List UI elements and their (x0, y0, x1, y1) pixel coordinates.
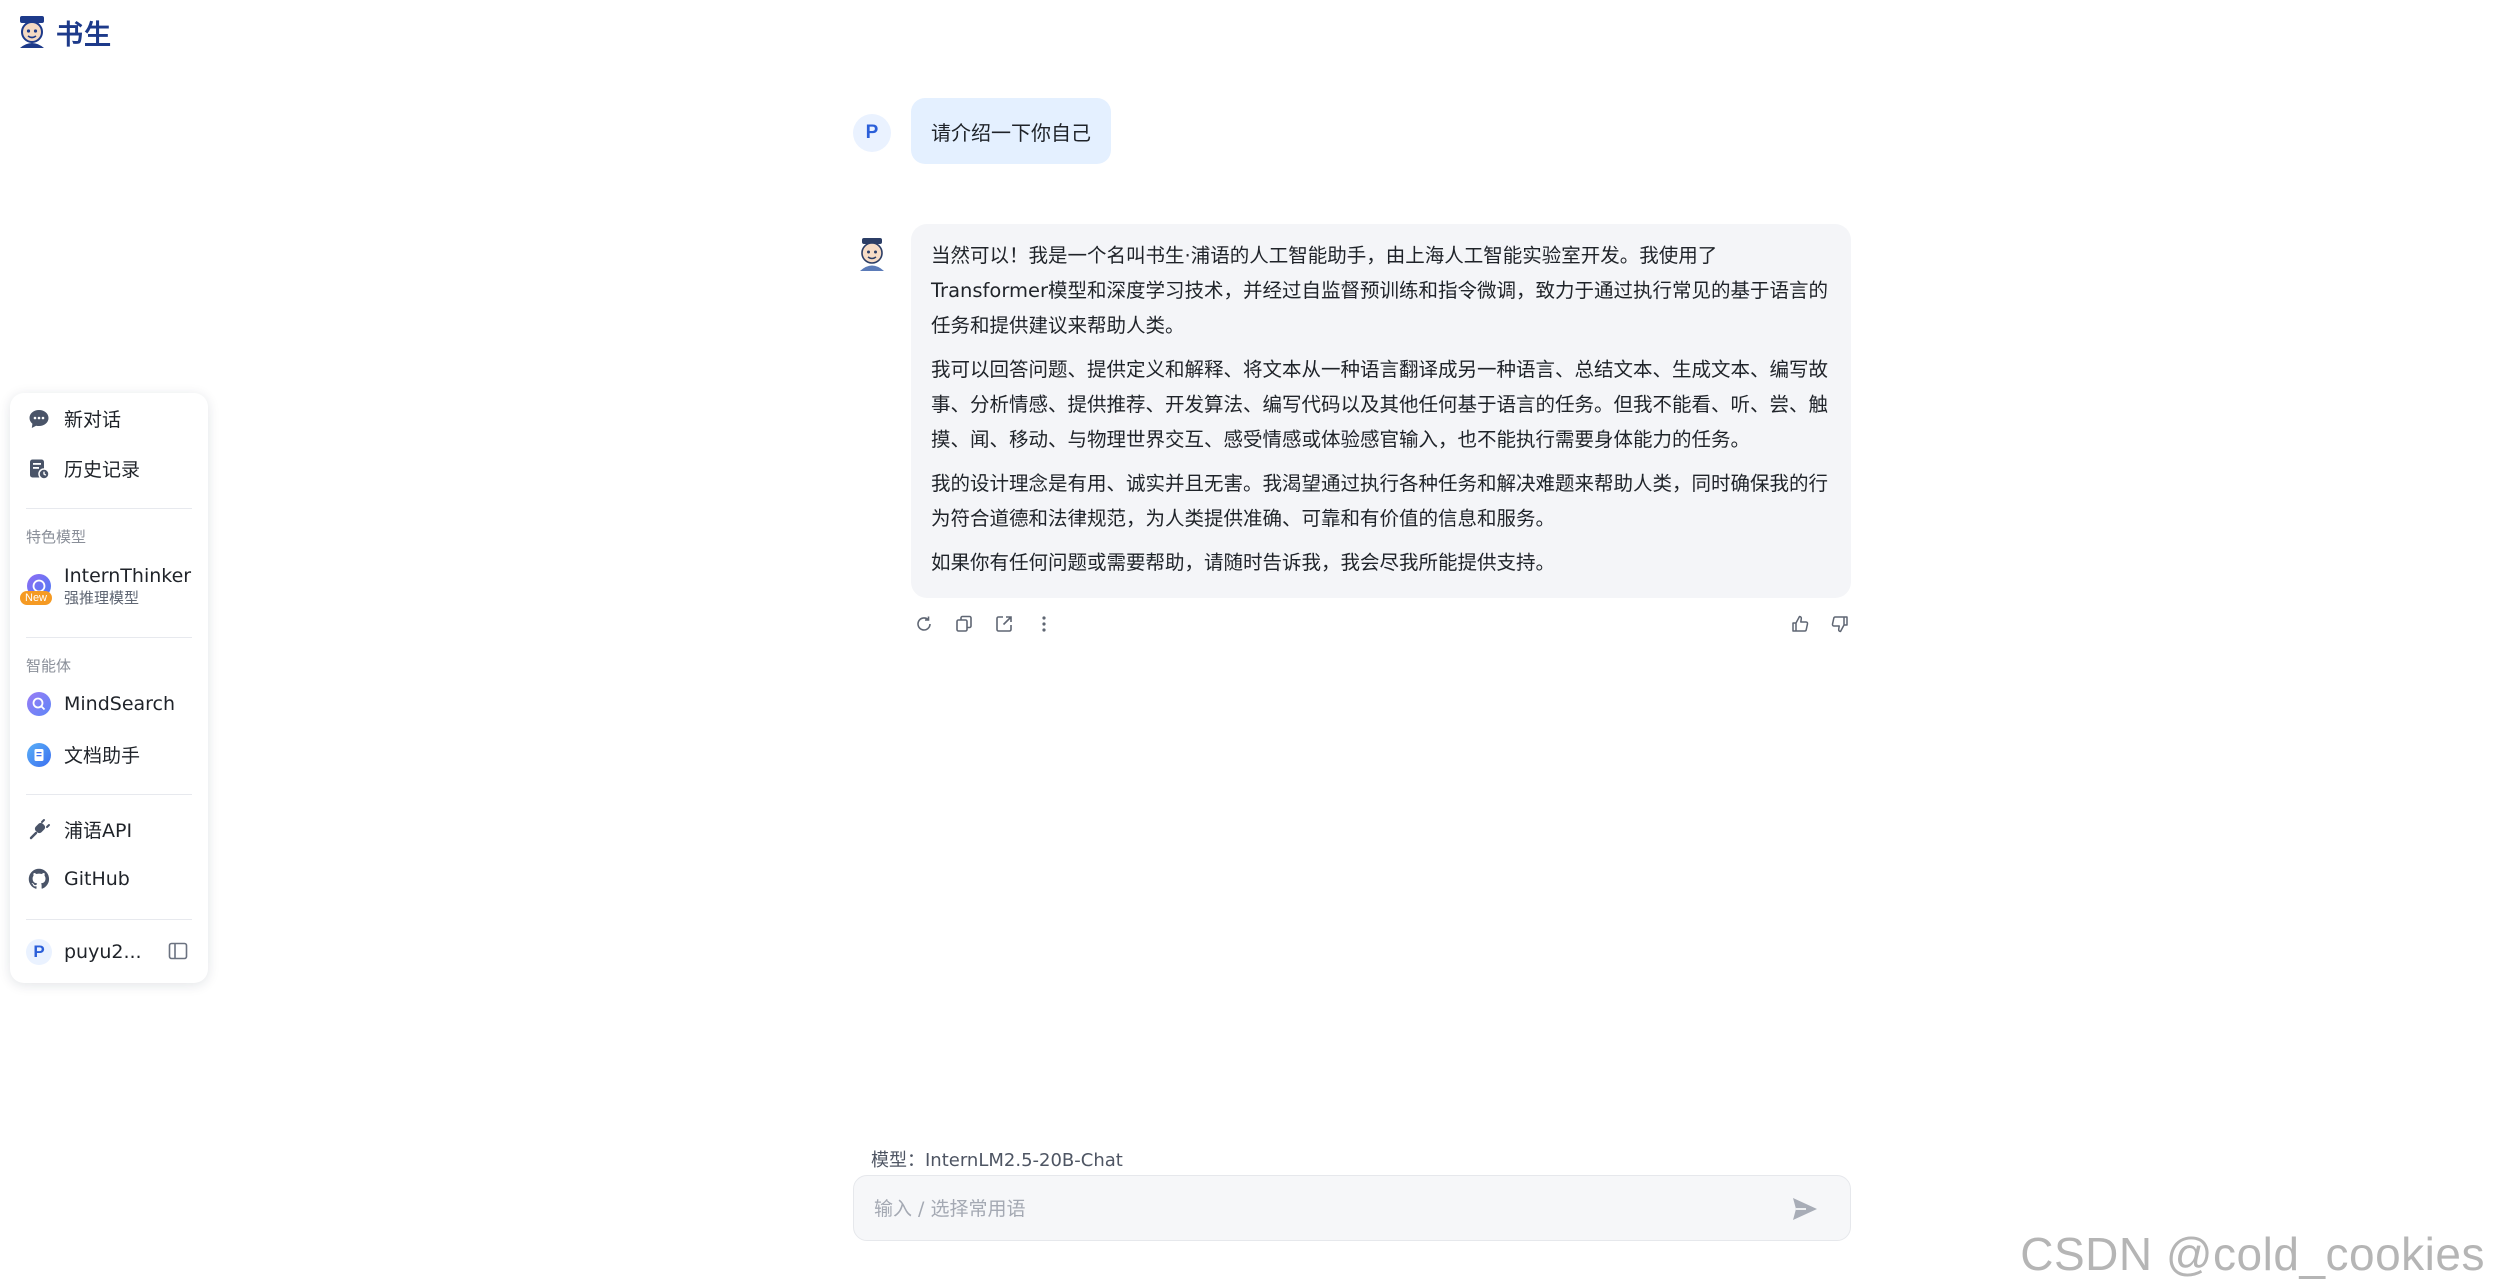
sidebar-collapse-icon[interactable] (166, 939, 190, 963)
user-message-bubble: 请介绍一下你自己 (911, 98, 1111, 164)
assistant-paragraph: 当然可以！我是一个名叫书生·浦语的人工智能助手，由上海人工智能实验室开发。我使用… (931, 244, 1829, 337)
share-icon[interactable] (992, 612, 1016, 636)
mindsearch-icon (26, 691, 52, 717)
link-label: 浦语API (64, 820, 133, 842)
internthinker-icon: New (20, 573, 53, 605)
agent-label: MindSearch (64, 693, 176, 715)
composer (853, 1175, 1851, 1242)
copy-icon[interactable] (952, 612, 976, 636)
message-input[interactable] (872, 1176, 1756, 1242)
sidebar-divider (26, 637, 192, 638)
document-assistant-icon (26, 742, 52, 768)
assistant-paragraph: 我可以回答问题、提供定义和解释、将文本从一种语言翻译成另一种语言、总结文本、生成… (931, 358, 1829, 451)
sidebar-item-mindsearch[interactable]: MindSearch (26, 691, 175, 717)
assistant-paragraph: 我的设计理念是有用、诚实并且无害。我渴望通过执行各种任务和解决难题来帮助人类，同… (931, 472, 1829, 530)
user-message-text: 请介绍一下你自己 (931, 120, 1091, 145)
sidebar-divider (26, 508, 192, 509)
csdn-watermark: CSDN @cold_cookies (2020, 1228, 2485, 1280)
internthinker-subtitle: 强推理模型 (64, 588, 140, 607)
more-icon[interactable] (1032, 612, 1056, 636)
sidebar-item-github[interactable]: GitHub (26, 866, 130, 892)
sidebar: 新对话 历史记录 特色模型 New InternThinker 强推理模型 智能… (10, 393, 208, 983)
user-message-avatar: P (853, 114, 891, 152)
section-featured-models: 特色模型 (26, 528, 87, 546)
brand-logo[interactable]: 书生 (12, 12, 112, 52)
chat-bubble-icon (26, 406, 52, 432)
user-avatar: P (26, 939, 52, 965)
history-icon (26, 456, 52, 482)
github-icon (26, 866, 52, 892)
sidebar-item-document-assistant[interactable]: 文档助手 (26, 741, 140, 768)
history-label: 历史记录 (64, 459, 141, 481)
sidebar-divider (26, 919, 192, 920)
new-chat-label: 新对话 (64, 409, 122, 431)
brand-name: 书生 (56, 19, 112, 51)
model-label: 模型：InternLM2.5-20B-Chat (871, 1150, 1123, 1171)
regenerate-icon[interactable] (912, 612, 936, 636)
assistant-message-bubble: 当然可以！我是一个名叫书生·浦语的人工智能助手，由上海人工智能实验室开发。我使用… (911, 224, 1851, 598)
user-name: puyu2... (64, 941, 142, 963)
sidebar-item-internthinker[interactable]: New InternThinker 强推理模型 (20, 565, 191, 608)
assistant-paragraph: 如果你有任何问题或需要帮助，请随时告诉我，我会尽我所能提供支持。 (931, 551, 1556, 574)
agent-label: 文档助手 (64, 745, 141, 767)
app-root: 书生 新对话 历史记录 特色模型 New InternThinker 强推理模型… (0, 0, 2493, 1287)
link-label: GitHub (64, 868, 130, 890)
message-actions (912, 612, 1056, 636)
section-agents: 智能体 (26, 657, 72, 675)
api-icon (26, 817, 52, 843)
thumbs-up-icon[interactable] (1788, 612, 1812, 636)
internthinker-texts: InternThinker 强推理模型 (64, 565, 191, 608)
assistant-avatar-icon (860, 238, 884, 271)
send-icon[interactable] (1790, 1194, 1820, 1224)
user-profile-button[interactable]: P puyu2... (26, 939, 142, 965)
scholar-mascot-icon (20, 16, 44, 48)
new-chat-button[interactable]: 新对话 (26, 405, 121, 432)
history-button[interactable]: 历史记录 (26, 455, 140, 482)
thumbs-down-icon[interactable] (1828, 612, 1852, 636)
internthinker-name: InternThinker (64, 565, 192, 587)
feedback-actions (1788, 612, 1852, 636)
sidebar-divider (26, 794, 192, 795)
new-badge: New (20, 591, 53, 605)
sidebar-item-puyu-api[interactable]: 浦语API (26, 816, 132, 843)
